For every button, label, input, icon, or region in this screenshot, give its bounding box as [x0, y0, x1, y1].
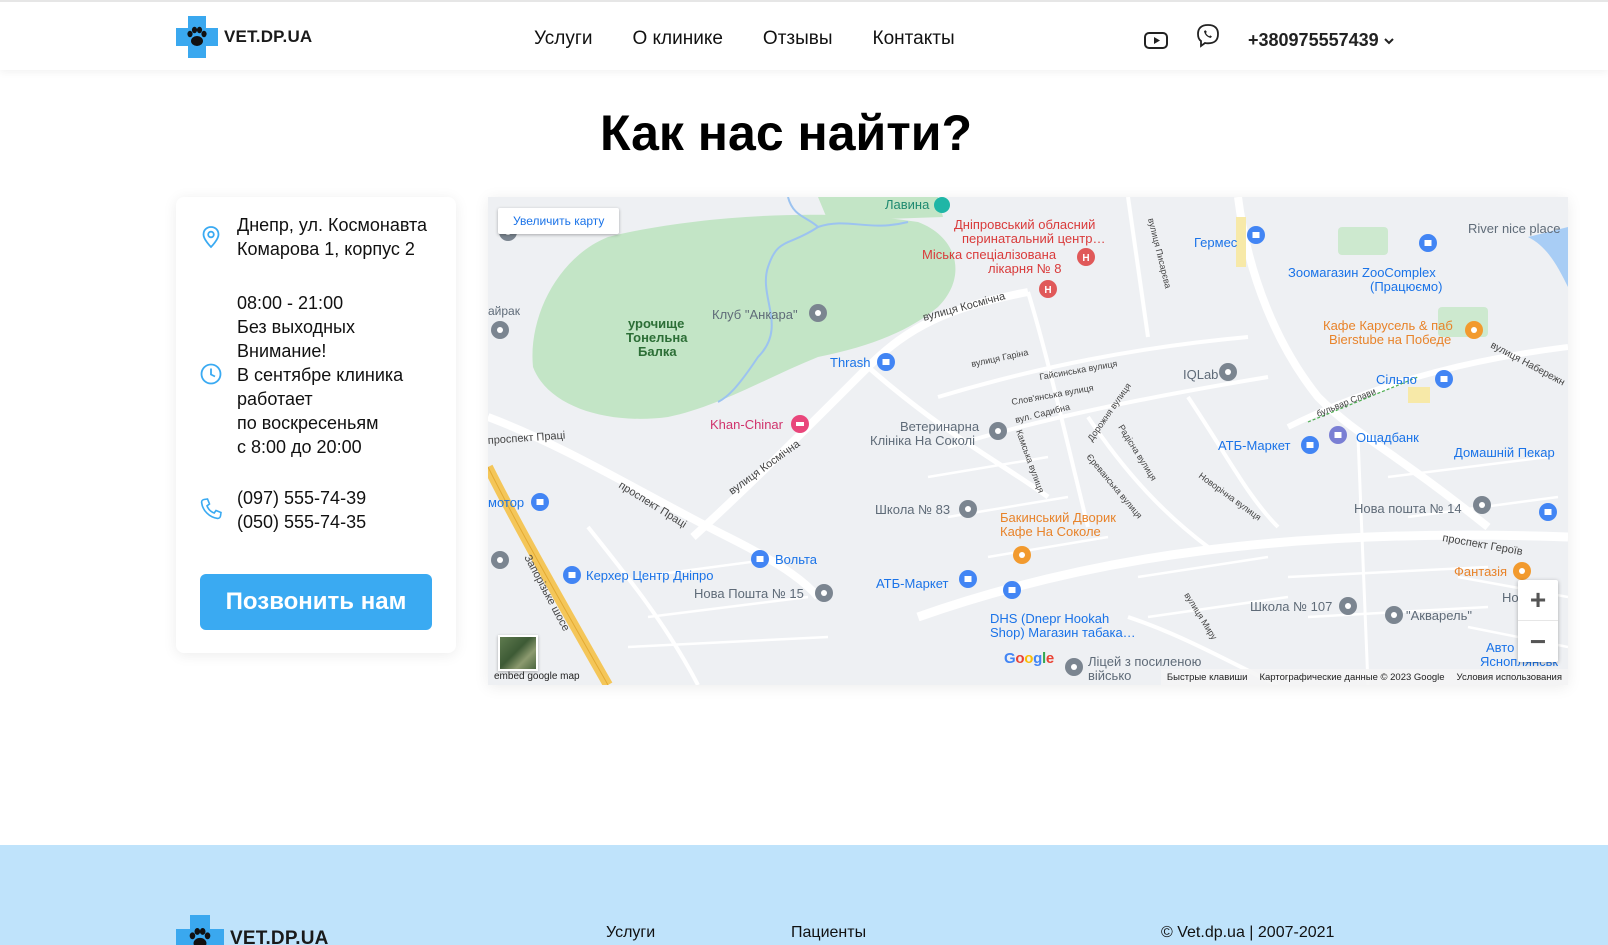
map-label-lavina: Лавина [885, 197, 930, 212]
google-map[interactable]: H H Лавина Дніпровський обласний перинат… [488, 197, 1568, 685]
main-nav: Услуги О клинике Отзывы Контакты [534, 28, 955, 50]
map-label: Школа № 83 [875, 502, 950, 517]
map-label: Кафе Карусель & паб [1323, 318, 1453, 333]
zoom-in-button[interactable]: + [1518, 580, 1558, 621]
map-label: Домашній Пекар [1454, 445, 1555, 460]
footer-logo[interactable]: VET.DP.UA [176, 915, 329, 945]
hours-line: Внимание! [237, 341, 327, 361]
map-label: Клуб "Анкара" [712, 307, 798, 322]
map-label: Авто [1486, 640, 1514, 655]
map-label: Bierstube на Победе [1329, 332, 1451, 347]
map-label: Гермес [1194, 235, 1238, 250]
keyboard-shortcuts-link[interactable]: Быстрые клавиши [1167, 672, 1248, 683]
nav-services[interactable]: Услуги [534, 28, 592, 50]
map-label: Ліцей з посиленою [1088, 654, 1202, 669]
zoom-out-button[interactable]: − [1518, 621, 1558, 662]
svg-text:H: H [1082, 253, 1089, 264]
map-label: урочище [628, 316, 684, 331]
hours-line: 08:00 - 21:00 [237, 293, 344, 313]
map-label: Ветеринарна [900, 419, 980, 434]
embed-map-label: embed google map [494, 671, 580, 682]
map-label: IQLab [1183, 367, 1218, 382]
footer-logo-text: VET.DP.UA [230, 928, 329, 945]
chevron-down-icon [1383, 37, 1394, 44]
map-label: Вольта [775, 552, 818, 567]
terms-link[interactable]: Условия использования [1457, 672, 1562, 683]
footer-link-services[interactable]: Услуги [606, 924, 655, 942]
address-line-2: Комарова 1, корпус 2 [237, 239, 415, 259]
address-line-1: Днепр, ул. Космонавта [237, 215, 428, 235]
map-label: військо [1088, 668, 1131, 683]
contact-card: Днепр, ул. Космонавта Комарова 1, корпус… [176, 197, 456, 653]
phone-numbers: (097) 555-74-39 (050) 555-74-35 [237, 486, 366, 534]
nav-about[interactable]: О клинике [632, 28, 722, 50]
map-label: лікарня № 8 [988, 261, 1062, 276]
zoom-controls: + − [1518, 580, 1558, 662]
youtube-icon[interactable] [1142, 26, 1170, 54]
map-label: Shop) Магазин табака… [990, 625, 1136, 640]
svg-text:H: H [1044, 285, 1051, 296]
logo-cross-icon [176, 16, 218, 58]
map-label: айрак [488, 304, 521, 318]
nav-reviews[interactable]: Отзывы [763, 28, 833, 50]
enlarge-map-button[interactable]: Увеличить карту [498, 208, 620, 234]
map-label: Тонельна [626, 330, 688, 345]
copyright: © Vet.dp.ua | 2007-2021 [1161, 924, 1335, 941]
phone-icon [200, 498, 222, 520]
map-label: Зоомагазин ZooComplex [1288, 265, 1436, 280]
map-label: Бакинський Дворик [1000, 510, 1116, 525]
hours-line: работает [237, 389, 313, 409]
hours-line: с 8:00 до 20:00 [237, 437, 362, 457]
map-label: Дніпровський обласний [954, 217, 1095, 232]
map-label: River nice place [1468, 221, 1561, 236]
working-hours: 08:00 - 21:00 Без выходных Внимание! В с… [237, 291, 403, 459]
map-label: мотор [488, 495, 524, 510]
map-label: Школа № 107 [1250, 599, 1332, 614]
hours-line: Без выходных [237, 317, 355, 337]
map-label: перинатальний центр… [962, 231, 1106, 246]
map-label: Фантазія [1454, 564, 1507, 579]
map-label: Балка [638, 344, 677, 359]
phone-number-2[interactable]: (050) 555-74-35 [237, 510, 366, 534]
map-label: Thrash [830, 355, 870, 370]
map-label: Кафе На Соколе [1000, 524, 1101, 539]
map-label: Нова Пошта № 15 [694, 586, 804, 601]
header-phone-number: +380975557439 [1248, 30, 1379, 50]
footer-link-patients[interactable]: Пациенты [791, 924, 866, 942]
map-label: Сільпо [1376, 372, 1417, 387]
map-label: Міська спеціалізована [922, 247, 1057, 262]
header-phone[interactable]: +380975557439 [1248, 30, 1395, 51]
google-logo: Google [1004, 650, 1054, 667]
map-label: Ощадбанк [1356, 430, 1419, 445]
map-label: DHS (Dnepr Hookah [990, 611, 1109, 626]
hours-line: В сентябре клиника [237, 365, 404, 385]
map-label: Клініка На Соколі [870, 433, 975, 448]
logo-cross-icon [176, 915, 224, 945]
map-label: АТБ-Маркет [876, 576, 949, 591]
hours-line: по воскресеньям [237, 413, 379, 433]
satellite-toggle[interactable] [498, 635, 538, 671]
nav-contacts[interactable]: Контакты [873, 28, 955, 50]
logo-text: VET.DP.UA [224, 27, 313, 46]
page-title: Как нас найти? [599, 105, 973, 161]
location-pin-icon [202, 226, 220, 249]
map-label: Нова пошта № 14 [1354, 501, 1462, 516]
clock-icon [200, 363, 222, 385]
map-label: (Працюємо) [1370, 279, 1442, 294]
map-data-credit: Картографические данные © 2023 Google [1259, 671, 1445, 683]
site-header: VET.DP.UA Услуги О клинике Отзывы Контак… [0, 0, 1608, 70]
logo[interactable]: VET.DP.UA [176, 16, 312, 58]
map-label: АТБ-Маркет [1218, 438, 1291, 453]
map-label: Khan-Chinar [710, 417, 784, 432]
map-attribution: Быстрые клавиши Картографические данные … [1160, 669, 1568, 685]
map-label: Керхер Центр Дніпро [586, 568, 714, 583]
map-label: "Акварель" [1406, 608, 1472, 623]
viber-icon[interactable] [1194, 22, 1222, 50]
site-footer: VET.DP.UA Услуги Пациенты © Vet.dp.ua | … [0, 845, 1608, 945]
call-us-button[interactable]: Позвонить нам [200, 574, 432, 630]
map-canvas[interactable]: H H Лавина Дніпровський обласний перинат… [488, 197, 1568, 685]
phone-number-1[interactable]: (097) 555-74-39 [237, 486, 366, 510]
address: Днепр, ул. Космонавта Комарова 1, корпус… [237, 213, 427, 261]
